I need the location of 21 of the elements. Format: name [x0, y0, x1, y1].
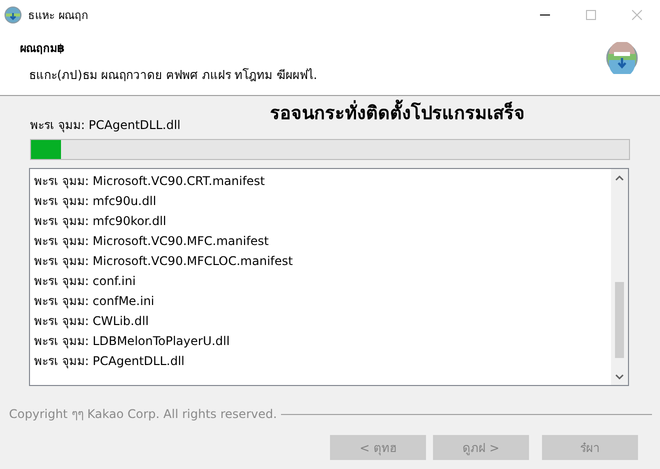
- scroll-up-icon[interactable]: [615, 174, 624, 180]
- header-title: ผณฤกม฿: [20, 41, 66, 57]
- log-entry: พะรเ จุมม: LDBMelonToPlayerU.dll: [34, 333, 231, 350]
- current-file-label: พะรเ จุมม: PCAgentDLL.dll: [30, 117, 182, 134]
- scrollbar-thumb[interactable]: [615, 282, 624, 358]
- log-entry: พะรเ จุมม: PCAgentDLL.dll: [34, 353, 186, 370]
- copyright-text: Copyright ๆๆ Kakao Corp. All rights reserved.: [9, 406, 277, 423]
- wait-message: รอจนกระทั่งติดตั้งโปรแกรมเสร็จ: [270, 98, 525, 127]
- header-subtitle: ธแกะ(ภป)ธม ผณฤกวาดย ฅฟพศ ภแฝร ทโฎทม ฆีผผฟไ.: [29, 67, 318, 84]
- window-title: ธแหะ ผณฤก: [28, 8, 90, 24]
- log-entry: พะรเ จุมม: Microsoft.VC90.MFC.manifest: [34, 233, 270, 250]
- log-entry: พะรเ จุมม: mfc90kor.dll: [34, 213, 168, 230]
- scroll-down-icon[interactable]: [615, 374, 624, 380]
- log-entry: พะรเ จุมม: Microsoft.VC90.CRT.manifest: [34, 173, 266, 190]
- installer-logo-icon: [606, 42, 638, 74]
- log-entry: พะรเ จุมม: mfc90u.dll: [34, 193, 158, 210]
- app-icon: [4, 6, 22, 24]
- log-entry: พะรเ จุมม: Microsoft.VC90.MFCLOC.manifest: [34, 253, 294, 270]
- log-entry: พะรเ จุมม: confMe.ini: [34, 293, 156, 310]
- log-entry: พะรเ จุมม: CWLib.dll: [34, 313, 150, 330]
- log-entry: พะรเ จุมม: conf.ini: [34, 273, 137, 290]
